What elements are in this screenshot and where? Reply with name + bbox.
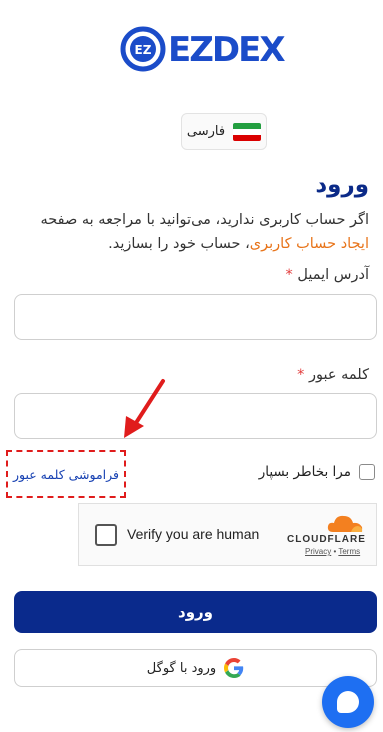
description-prefix: اگر حساب کاربری ندارید، می‌توانید با مرا… bbox=[40, 212, 370, 228]
register-link[interactable]: ایجاد حساب کاربری bbox=[250, 236, 369, 252]
page-title: ورود bbox=[315, 172, 369, 198]
language-label: فارسی bbox=[186, 124, 226, 139]
captcha-widget: Verify you are human CLOUDFLARE Privacy … bbox=[78, 503, 377, 566]
password-label: کلمه عبور * bbox=[297, 367, 369, 383]
language-selector[interactable]: فارسی bbox=[181, 113, 267, 150]
terms-link[interactable]: Terms bbox=[338, 547, 360, 556]
captcha-link-separator: • bbox=[333, 547, 337, 556]
login-description: اگر حساب کاربری ندارید، می‌توانید با مرا… bbox=[14, 208, 370, 256]
annotation-arrow-icon bbox=[124, 379, 165, 438]
password-field[interactable] bbox=[14, 393, 377, 439]
email-field[interactable] bbox=[14, 294, 377, 340]
remember-me[interactable]: مرا بخاطر بسپار bbox=[259, 464, 375, 480]
captcha-links: Privacy • Terms bbox=[305, 547, 360, 556]
password-label-text: کلمه عبور bbox=[309, 367, 369, 383]
brand-logo: EZ EZDEX bbox=[120, 26, 286, 72]
description-suffix: ، حساب خود را بسازید. bbox=[108, 236, 250, 252]
cloudflare-cloud-icon bbox=[327, 515, 363, 532]
captcha-checkbox[interactable] bbox=[95, 524, 117, 546]
cloudflare-brand: CLOUDFLARE bbox=[287, 534, 366, 545]
logo-mark-text: EZ bbox=[135, 43, 152, 57]
logo-text: EZDEX bbox=[168, 30, 286, 70]
google-login-label: ورود با گوگل bbox=[146, 660, 217, 676]
email-label: آدرس ایمیل * bbox=[286, 267, 369, 283]
privacy-link[interactable]: Privacy bbox=[305, 547, 331, 556]
email-label-text: آدرس ایمیل bbox=[297, 267, 369, 283]
login-button[interactable]: ورود bbox=[14, 591, 377, 633]
google-login-button[interactable]: ورود با گوگل bbox=[14, 649, 377, 687]
password-required-mark: * bbox=[297, 367, 305, 383]
remember-me-label: مرا بخاطر بسپار bbox=[258, 464, 351, 480]
remember-me-checkbox[interactable] bbox=[359, 464, 375, 480]
forgot-password-link[interactable]: فراموشی کلمه عبور bbox=[6, 450, 126, 498]
captcha-label: Verify you are human bbox=[127, 526, 260, 542]
email-required-mark: * bbox=[285, 267, 293, 283]
google-icon bbox=[224, 658, 244, 678]
iran-flag-icon bbox=[233, 122, 262, 141]
chat-widget-button[interactable] bbox=[322, 676, 374, 728]
logo-mark-icon: EZ bbox=[120, 26, 166, 72]
chat-icon bbox=[337, 691, 359, 713]
